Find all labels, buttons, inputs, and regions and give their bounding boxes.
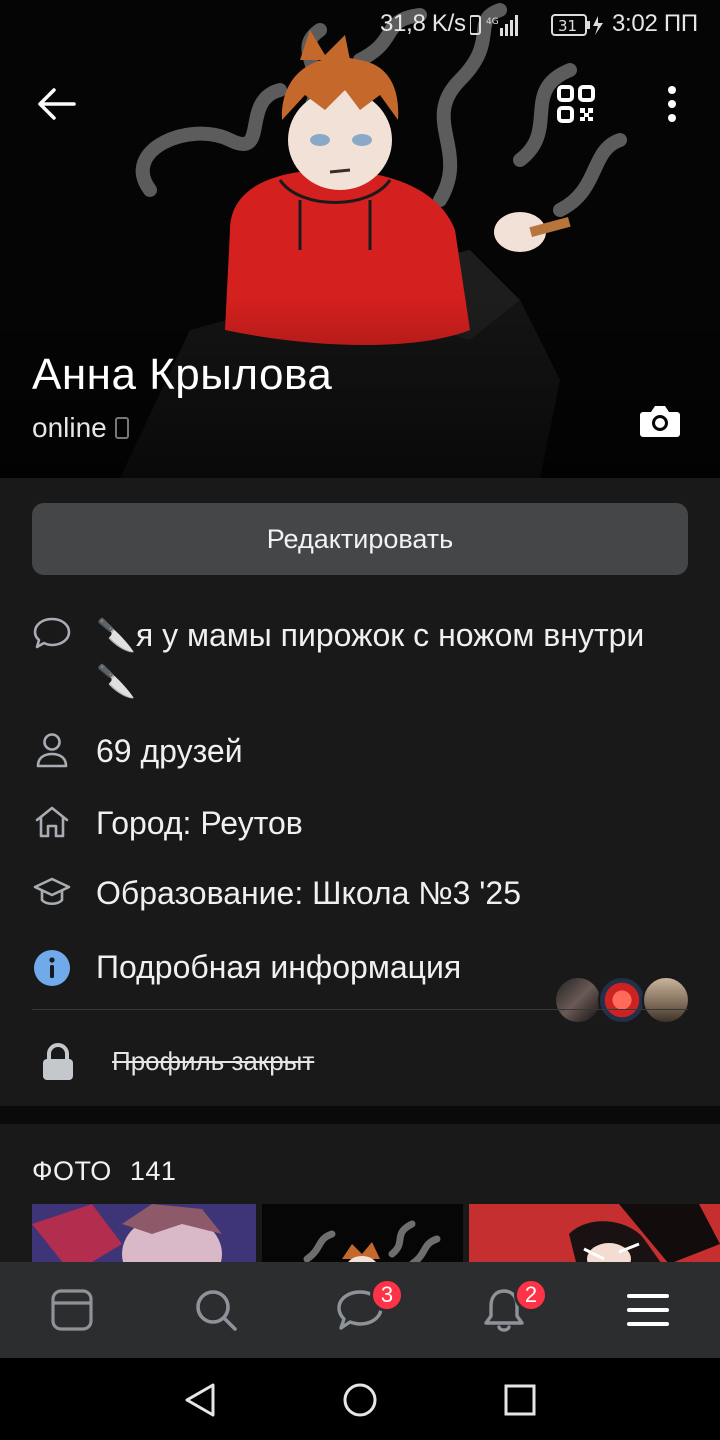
friend-avatar	[642, 976, 690, 1024]
photos-count: 141	[129, 1156, 177, 1186]
city-text: Город: Реутов	[96, 805, 303, 841]
details-link[interactable]: Подробная информация	[96, 944, 461, 990]
private-profile-text: Профиль закрыт	[112, 1046, 315, 1076]
notifications-badge: 2	[514, 1278, 548, 1312]
friends-row[interactable]: 69 друзей	[0, 726, 720, 1024]
signal-icon	[500, 15, 518, 36]
more-options-button[interactable]	[646, 76, 698, 132]
tab-search[interactable]	[186, 1280, 246, 1340]
more-vertical-icon	[668, 86, 676, 122]
svg-text:4G: 4G	[486, 17, 499, 27]
search-icon	[196, 1290, 237, 1331]
clock: 3:02 ПП	[612, 10, 698, 37]
education-text: Образование: Школа №3 '25	[96, 875, 521, 911]
online-status: online	[32, 412, 129, 444]
system-back-button[interactable]	[170, 1372, 230, 1428]
status-text: 🔪я у мамы пирожок с ножом внутри🔪	[96, 617, 645, 699]
user-icon	[36, 733, 68, 768]
back-button[interactable]	[26, 76, 86, 132]
profile-name: Анна Крылова	[32, 350, 333, 399]
triangle-back-icon	[185, 1383, 215, 1417]
network-speed: 31,8 K/s	[380, 10, 466, 37]
messages-badge: 3	[370, 1278, 404, 1312]
friends-avatars[interactable]	[554, 976, 690, 1024]
change-cover-button[interactable]	[630, 396, 690, 446]
vibrate-icon	[470, 15, 481, 35]
system-recents-button[interactable]	[490, 1372, 550, 1428]
tab-messages[interactable]: 3	[330, 1278, 404, 1340]
circle-home-icon	[343, 1383, 377, 1417]
system-home-button[interactable]	[330, 1372, 390, 1428]
home-icon	[35, 806, 69, 838]
news-feed-icon	[51, 1289, 93, 1331]
battery-level: 31	[558, 17, 577, 35]
friend-avatar	[598, 976, 646, 1024]
mobile-device-icon	[114, 417, 129, 439]
graduation-cap-icon	[33, 877, 71, 906]
profile-cover: Анна Крылова online	[0, 0, 720, 478]
friend-avatar	[554, 976, 602, 1024]
tab-news[interactable]	[42, 1280, 102, 1340]
bottom-tab-bar: 3 2	[0, 1262, 720, 1358]
speech-bubble-icon	[33, 617, 71, 649]
profile-info-section: Редактировать 🔪я у мамы пирожок с ножом …	[0, 478, 720, 1106]
qr-code-button[interactable]	[548, 76, 604, 132]
online-status-text: online	[32, 412, 107, 443]
camera-icon	[640, 406, 680, 437]
section-divider	[32, 1009, 688, 1010]
charging-icon	[593, 16, 603, 35]
lock-icon	[43, 1043, 73, 1080]
square-recents-icon	[504, 1384, 536, 1416]
photos-title: ФОТО	[32, 1156, 112, 1186]
system-navigation-bar	[0, 1358, 720, 1440]
qr-code-icon	[557, 85, 595, 123]
edit-profile-button[interactable]: Редактировать	[32, 503, 688, 575]
friends-count: 69 друзей	[96, 733, 243, 769]
tab-menu[interactable]	[618, 1280, 678, 1340]
arrow-left-icon	[38, 88, 76, 120]
tab-notifications[interactable]: 2	[474, 1278, 548, 1340]
menu-icon	[627, 1294, 669, 1326]
status-icons: 4G 31	[470, 14, 603, 36]
info-icon	[34, 950, 70, 986]
system-status-bar: 31,8 K/s 4G 31 3:02 ПП	[0, 0, 720, 50]
photos-header[interactable]: ФОТО 141	[32, 1156, 194, 1187]
section-gap	[0, 1106, 720, 1124]
